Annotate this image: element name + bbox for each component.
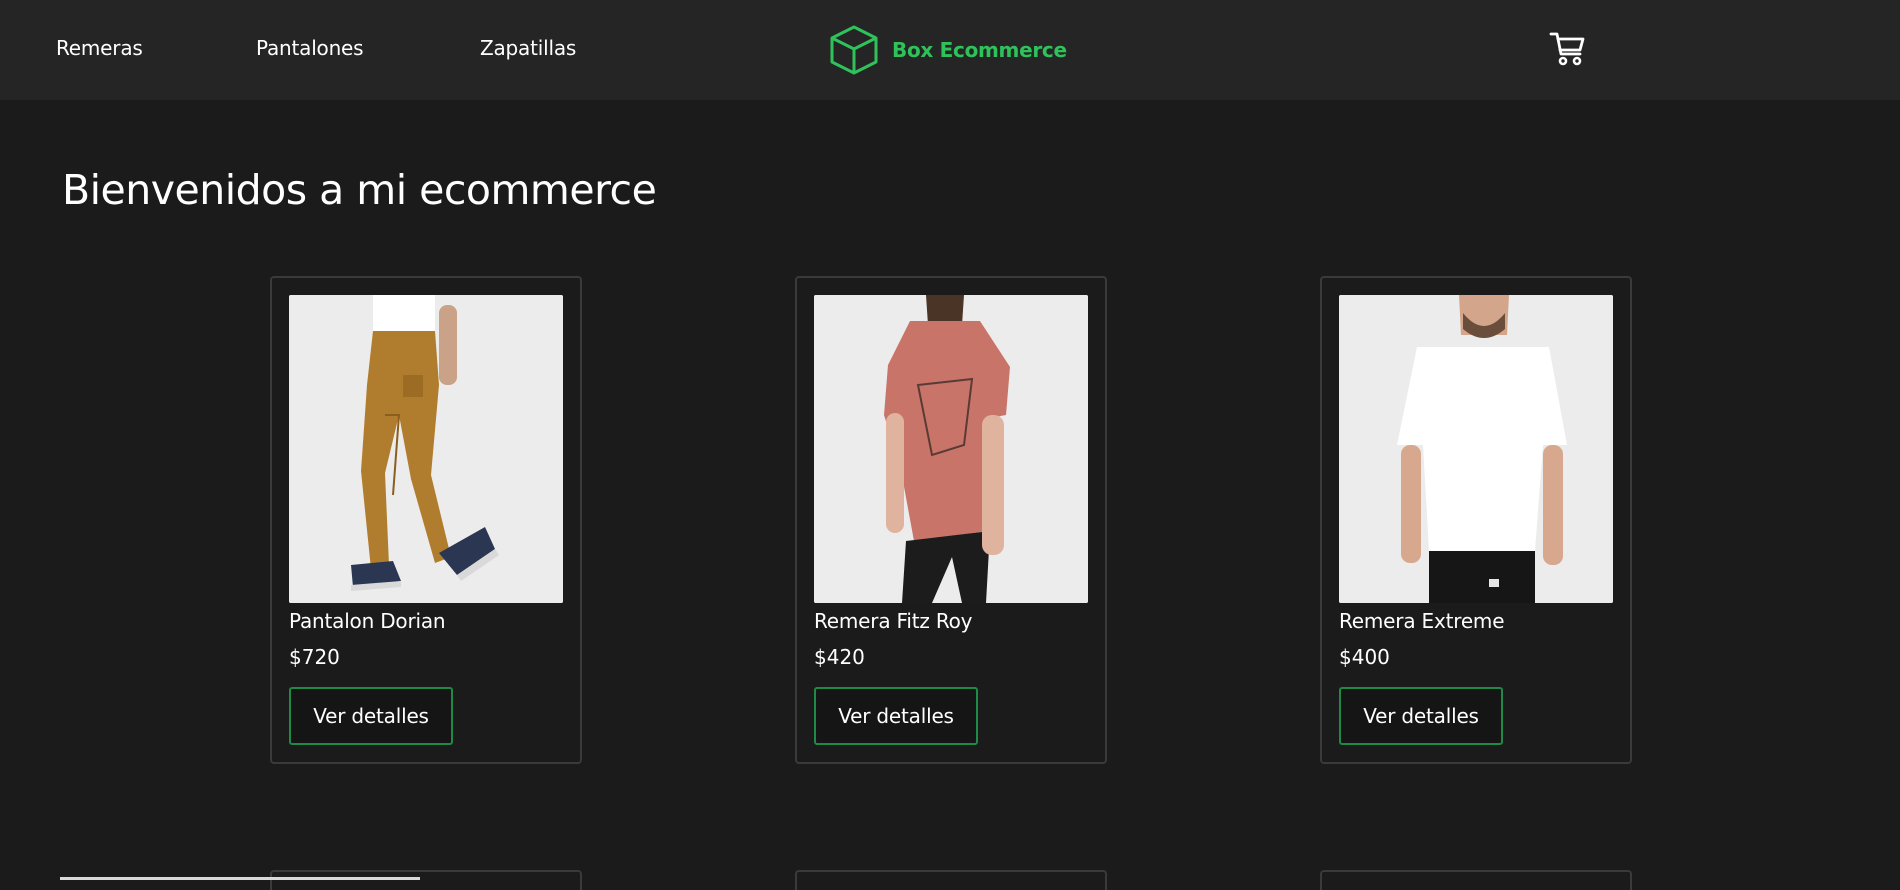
product-price: $420 — [814, 645, 865, 669]
product-card — [1320, 870, 1632, 890]
product-name: Pantalon Dorian — [289, 609, 446, 633]
cube-icon — [828, 24, 880, 76]
nav-link-zapatillas[interactable]: Zapatillas — [480, 36, 576, 60]
nav-link-pantalones[interactable]: Pantalones — [256, 36, 364, 60]
product-image — [814, 295, 1088, 603]
view-details-button[interactable]: Ver detalles — [1339, 687, 1503, 745]
brand-logo-link[interactable]: Box Ecommerce — [828, 24, 1067, 76]
product-image — [289, 295, 563, 603]
product-price: $400 — [1339, 645, 1390, 669]
product-card — [795, 870, 1107, 890]
product-price: $720 — [289, 645, 340, 669]
view-details-button[interactable]: Ver detalles — [814, 687, 978, 745]
cart-button[interactable] — [1549, 30, 1587, 68]
shopping-cart-icon — [1549, 32, 1587, 72]
product-name: Remera Extreme — [1339, 609, 1505, 633]
nav-link-remeras[interactable]: Remeras — [56, 36, 143, 60]
product-card: Remera Extreme $400 Ver detalles — [1320, 276, 1632, 764]
product-card — [270, 870, 582, 890]
brand-name: Box Ecommerce — [892, 38, 1067, 62]
product-card: Remera Fitz Roy $420 Ver detalles — [795, 276, 1107, 764]
product-card: Pantalon Dorian $720 Ver detalles — [270, 276, 582, 764]
product-name: Remera Fitz Roy — [814, 609, 973, 633]
navbar: Remeras Pantalones Zapatillas Box Ecomme… — [0, 0, 1900, 100]
product-image — [1339, 295, 1613, 603]
page-title: Bienvenidos a mi ecommerce — [62, 166, 657, 214]
view-details-button[interactable]: Ver detalles — [289, 687, 453, 745]
